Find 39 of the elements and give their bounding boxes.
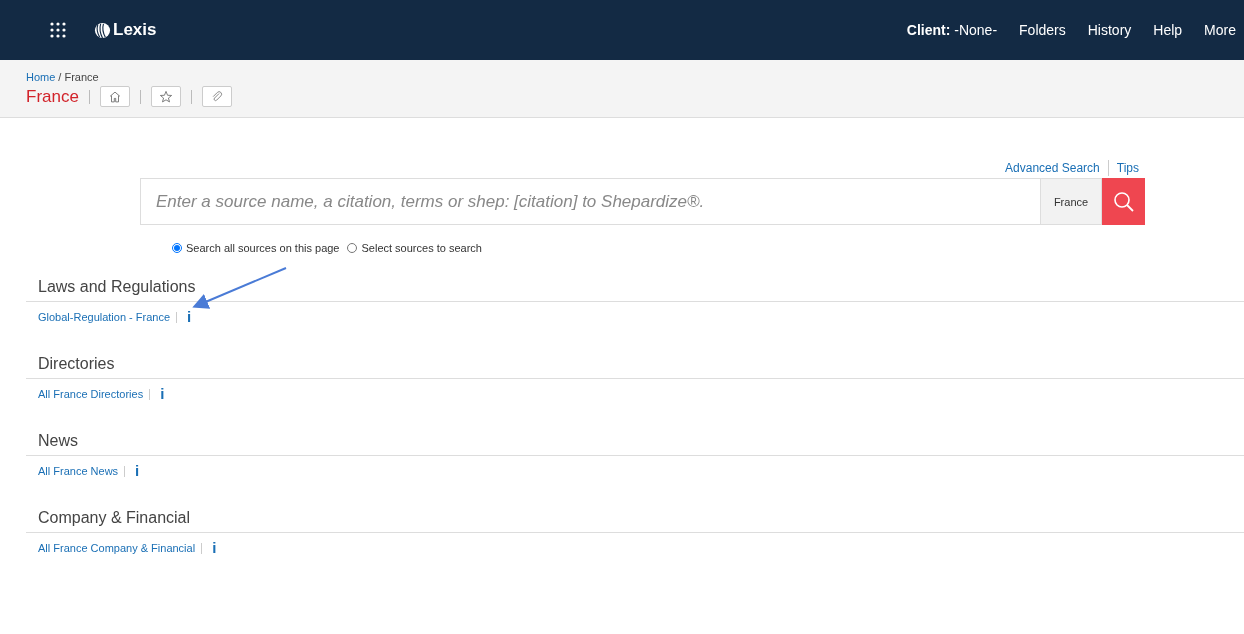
swirl-logo-icon [94, 20, 111, 40]
source-link[interactable]: Global-Regulation - France [38, 311, 171, 323]
nav-link[interactable]: History [1087, 22, 1132, 38]
search-button[interactable] [1102, 178, 1145, 225]
advanced-search-link[interactable]: Advanced Search [1005, 161, 1100, 175]
star-button[interactable] [150, 86, 181, 107]
info-link[interactable]: i [135, 464, 140, 478]
scope-filter-button[interactable]: France [1040, 178, 1102, 225]
section-heading: Company & Financial [26, 509, 1244, 533]
nav-link[interactable]: Folders [1019, 22, 1066, 38]
star-icon [158, 89, 173, 104]
radio-button[interactable] [172, 243, 182, 253]
home-icon [107, 89, 122, 104]
home-button[interactable] [99, 86, 130, 107]
source-link[interactable]: All France Company & Financial [38, 542, 196, 554]
page-title: France [26, 86, 79, 107]
nav-link[interactable]: Help [1153, 22, 1183, 38]
info-link[interactable]: i [212, 541, 217, 555]
client-selector[interactable]: Client: -None- [906, 22, 998, 38]
info-link[interactable]: i [187, 310, 192, 324]
logo-wordmark: Lexis [113, 20, 157, 40]
radio-label: Search all sources on this page [186, 242, 340, 254]
search-icon [1113, 191, 1134, 212]
paperclip-button[interactable] [201, 86, 232, 107]
source-link[interactable]: All France Directories [38, 388, 144, 400]
search-field[interactable]: Enter a source name, a citation, terms or shep: [citation] to Shepardize®. [140, 178, 1040, 225]
section-heading: News [26, 432, 1244, 456]
apps-grid-icon[interactable] [50, 22, 66, 38]
section-heading: Laws and Regulations [26, 278, 1244, 302]
breadcrumb-separator: / [58, 71, 62, 83]
tips-link[interactable]: Tips [1116, 161, 1139, 175]
source-link[interactable]: All France News [38, 465, 119, 477]
breadcrumb-current: France [64, 71, 99, 83]
section-heading: Directories [26, 355, 1244, 379]
nav-link[interactable]: More [1204, 22, 1236, 38]
radio-label: Select sources to search [361, 242, 482, 254]
radio-button[interactable] [347, 243, 358, 253]
info-link[interactable]: i [160, 387, 165, 401]
breadcrumb-link[interactable]: Home [26, 71, 56, 83]
